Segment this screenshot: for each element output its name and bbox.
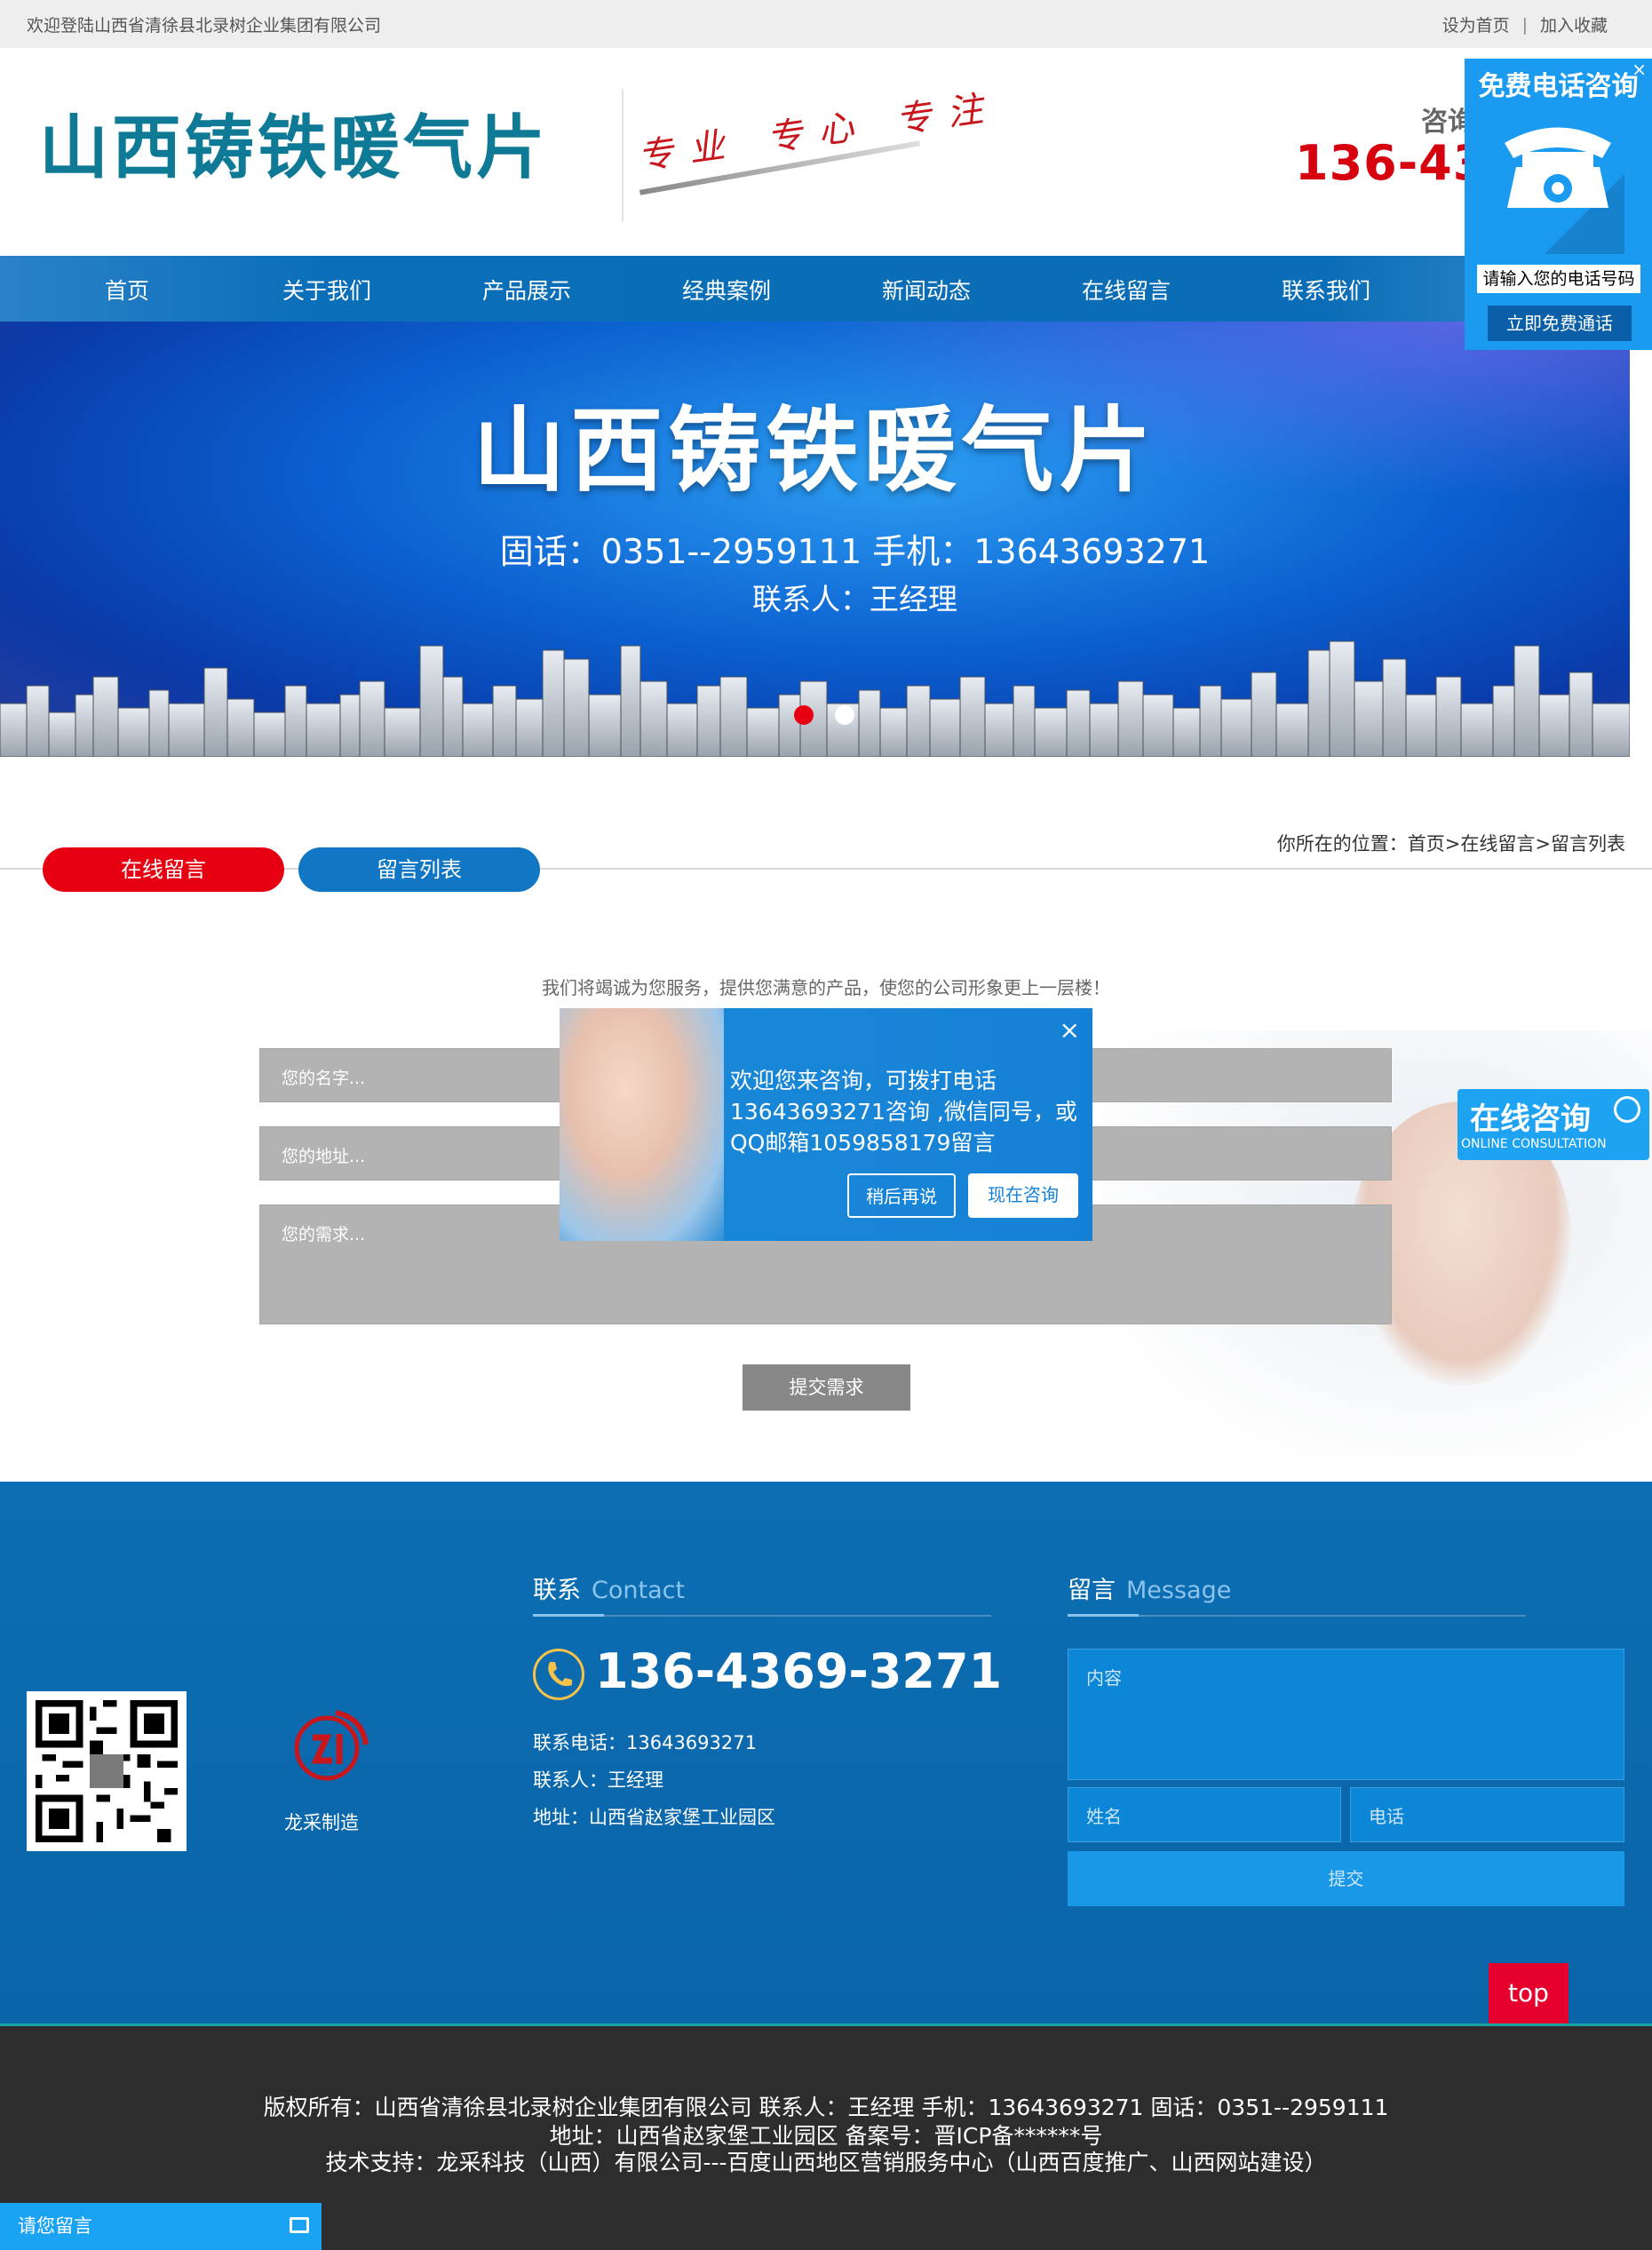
maximize-icon[interactable] — [290, 2217, 309, 2233]
slogan: 专业 专心 专注 — [635, 86, 1002, 179]
contact-person-line: 联系人：王经理 — [533, 1769, 663, 1791]
later-button[interactable]: 稍后再说 — [847, 1173, 956, 1218]
top-links: 设为首页 | 加入收藏 — [1442, 12, 1608, 36]
copyright-line-3: 技术支持：龙采科技（山西）有限公司---百度山西地区营销服务中心（山西百度推广、… — [325, 2150, 1327, 2175]
city-skyline-image — [0, 640, 1630, 757]
brand-name: 龙采制造 — [284, 1812, 359, 1833]
message-title: 留言 — [1068, 1577, 1116, 1604]
telephone-icon — [1505, 127, 1624, 254]
nav-item-cases[interactable]: 经典案例 — [682, 274, 771, 306]
submit-need-button[interactable]: 提交需求 — [743, 1364, 910, 1411]
chat-bubble-icon — [1614, 1096, 1640, 1123]
main-nav: 首页 关于我们 产品展示 经典案例 新闻动态 在线留言 联系我们 — [0, 256, 1652, 322]
slide-dot-2[interactable] — [835, 705, 854, 725]
free-call-widget: × 免费电话咨询 请输入您的电话号码 立即免费通话 — [1465, 59, 1652, 350]
leave-message-bar[interactable]: 请您留言 — [0, 2203, 322, 2250]
message-section-title: 留言 Message — [1068, 1570, 1231, 1605]
leave-message-label: 请您留言 — [18, 2215, 92, 2237]
phone-number-input[interactable]: 请输入您的电话号码 — [1477, 265, 1640, 293]
tab-online-message[interactable]: 在线留言 — [43, 847, 284, 892]
close-icon[interactable]: × — [1060, 1015, 1080, 1045]
message-title-underline — [1068, 1614, 1526, 1617]
nav-item-message[interactable]: 在线留言 — [1082, 274, 1171, 306]
contact-phone-line: 联系电话：13643693271 — [533, 1732, 757, 1753]
site-logo[interactable]: 山西铸铁暖气片 — [39, 92, 549, 192]
contact-section-title: 联系 Contact — [533, 1570, 685, 1605]
slide-dot-1[interactable] — [794, 705, 814, 725]
popup-message: 欢迎您来咨询，可拨打电话13643693271咨询 ,微信同号，或QQ邮箱105… — [730, 1068, 1077, 1156]
back-to-top-button[interactable]: top — [1489, 1963, 1569, 2023]
call-widget-title: 免费电话咨询 — [1478, 71, 1639, 102]
popup-agent-image — [560, 1008, 724, 1241]
welcome-text: 欢迎登陆山西省清徐县北录树企业集团有限公司 — [27, 16, 382, 36]
contact-title: 联系 — [533, 1577, 581, 1604]
online-consultation-label: 在线咨询 — [1470, 1101, 1591, 1137]
nav-item-news[interactable]: 新闻动态 — [882, 274, 971, 306]
banner-phones: 固话：0351--2959111 手机：13643693271 — [499, 532, 1211, 571]
footer-submit-button[interactable]: 提交 — [1068, 1851, 1624, 1906]
hero-banner: 山西铸铁暖气片 固话：0351--2959111 手机：13643693271 … — [0, 322, 1630, 757]
contact-address-line: 地址：山西省赵家堡工业园区 — [533, 1807, 775, 1828]
message-title-en: Message — [1126, 1577, 1232, 1604]
logo-divider — [622, 89, 623, 222]
footer-content-textarea[interactable]: 内容 — [1068, 1649, 1624, 1780]
breadcrumb: 你所在的位置：首页>在线留言>留言列表 — [1276, 833, 1625, 855]
copyright-line-1: 版权所有：山西省清徐县北录树企业集团有限公司 联系人：王经理 手机：136436… — [263, 2095, 1389, 2120]
consult-popup: × 欢迎您来咨询，可拨打电话13643693271咨询 ,微信同号，或QQ邮箱1… — [560, 1008, 1092, 1241]
banner-title: 山西铸铁暖气片 — [473, 396, 1157, 505]
form-intro: 我们将竭诚为您服务，提供您满意的产品，使您的公司形象更上一层楼！ — [542, 977, 1110, 998]
bookmark-link[interactable]: 加入收藏 — [1540, 12, 1608, 36]
footer-phone: 136-4369-3271 — [595, 1643, 1003, 1699]
contact-title-underline — [533, 1614, 991, 1617]
footer-tel-input[interactable]: 电话 — [1350, 1787, 1624, 1842]
consult-now-button[interactable]: 现在咨询 — [968, 1173, 1078, 1218]
online-consultation-button[interactable]: 在线咨询 ONLINE CONSULTATION — [1457, 1089, 1649, 1160]
tab-message-list[interactable]: 留言列表 — [298, 847, 540, 892]
site-header: 山西铸铁暖气片 专业 专心 专注 咨询 136-4369 — [0, 48, 1652, 256]
brand-logo — [294, 1710, 369, 1781]
contact-title-en: Contact — [592, 1577, 686, 1604]
footer-name-input[interactable]: 姓名 — [1068, 1787, 1341, 1842]
nav-item-products[interactable]: 产品展示 — [482, 274, 571, 306]
qr-code-image — [27, 1691, 187, 1851]
link-separator: | — [1521, 14, 1528, 35]
nav-item-about[interactable]: 关于我们 — [282, 274, 371, 306]
online-consultation-en-label: ONLINE CONSULTATION — [1461, 1137, 1607, 1151]
banner-contact: 联系人：王经理 — [752, 582, 957, 616]
free-call-button[interactable]: 立即免费通话 — [1488, 306, 1632, 341]
top-bar: 欢迎登陆山西省清徐县北录树企业集团有限公司 设为首页 | 加入收藏 — [0, 0, 1652, 48]
nav-item-contact[interactable]: 联系我们 — [1282, 274, 1370, 306]
nav-item-home[interactable]: 首页 — [105, 274, 149, 306]
set-home-link[interactable]: 设为首页 — [1442, 12, 1510, 36]
phone-icon — [533, 1649, 584, 1700]
